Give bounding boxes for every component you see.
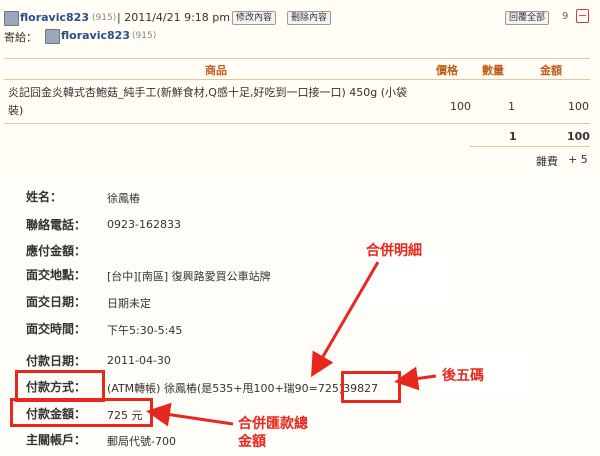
- arrow-merge-total: [146, 402, 234, 427]
- arrow-merge-detail: [310, 261, 380, 378]
- arrow-last-five: [394, 366, 437, 391]
- annotation-arrows: [146, 261, 437, 427]
